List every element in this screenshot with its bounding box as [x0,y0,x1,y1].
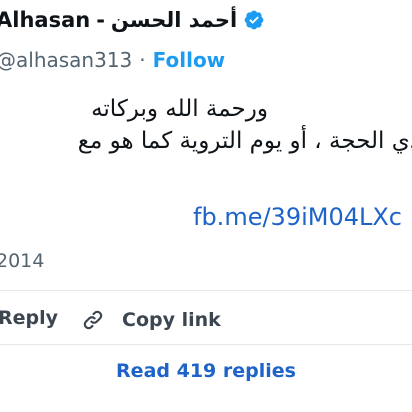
copy-link-label: Copy link [122,309,221,331]
author-name-arabic[interactable]: أحمد الحسن [111,8,237,32]
author-handle-line: @alhasan313 · Follow [0,48,225,72]
author-name-line[interactable]: Alhasan - أحمد الحسن [0,8,265,32]
tweet-card: Alhasan - أحمد الحسن @alhasan313 · Follo… [0,0,412,412]
name-separator: - [96,8,105,32]
reply-button[interactable]: Reply [0,307,58,329]
read-replies-button[interactable]: Read 419 replies [0,360,412,382]
divider-bottom [0,344,412,345]
reply-label: Reply [0,307,59,329]
author-handle[interactable]: @alhasan313 [0,48,132,72]
tweet-link[interactable]: fb.me/39iM04LXc [193,203,402,231]
copy-link-button[interactable]: Copy link [80,307,221,333]
divider-top [0,290,412,291]
follow-button[interactable]: Follow [153,48,226,72]
link-icon [83,310,103,330]
author-name-latin[interactable]: Alhasan [0,8,90,32]
tweet-text-line-2: ذي الحجة ، أو يوم التروية كما هو مع [77,128,412,154]
tweet-date[interactable]: 2014 [0,250,44,272]
handle-dot: · [139,48,146,72]
verified-badge-icon [244,10,264,30]
tweet-text-line-1: ورحمة الله وبركاته [91,96,268,122]
